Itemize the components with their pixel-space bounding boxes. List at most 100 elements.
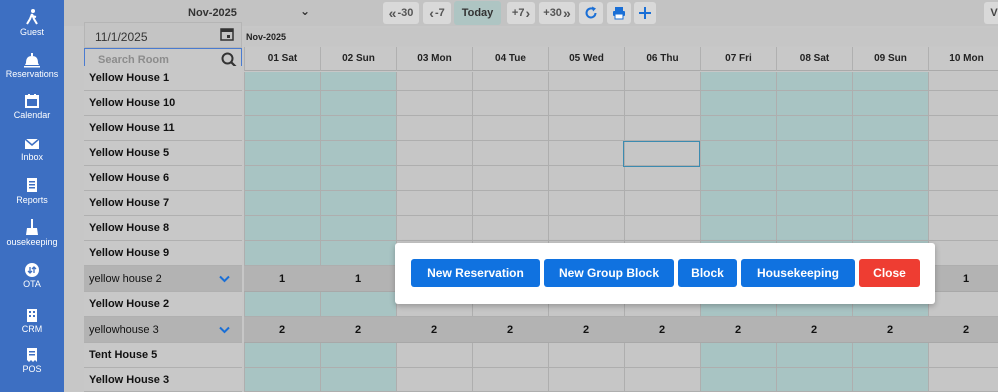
day-header: 03 Mon — [396, 47, 472, 71]
chevron-down-icon[interactable] — [219, 325, 230, 337]
nav-item-inbox[interactable]: Inbox — [0, 131, 64, 173]
calendar-icon[interactable] — [220, 27, 234, 41]
document-icon — [27, 178, 37, 192]
sync-icon — [25, 263, 39, 277]
row-divider — [244, 140, 998, 141]
today-button[interactable]: Today — [454, 1, 501, 25]
nav-item-housekeeping[interactable]: ousekeeping — [0, 214, 64, 256]
day-column[interactable] — [852, 72, 928, 392]
selected-cell[interactable] — [623, 141, 700, 167]
room-name: Tent House 5 — [89, 349, 158, 361]
nav-item-guest[interactable]: Guest — [0, 4, 64, 46]
envelope-icon — [24, 138, 40, 149]
room-name: Yellow House 6 — [89, 172, 170, 184]
day-column[interactable] — [928, 72, 998, 392]
nav-item-calendar[interactable]: Calendar — [0, 89, 64, 131]
room-row[interactable]: Yellow House 7 — [84, 191, 242, 216]
day-column[interactable] — [320, 72, 396, 392]
view-button[interactable]: V — [984, 2, 998, 24]
day-column[interactable] — [776, 72, 852, 392]
row-divider — [244, 115, 998, 116]
availability-count: 2 — [582, 324, 590, 336]
nav-item-ota[interactable]: OTA — [0, 258, 64, 300]
chevron-down-icon[interactable] — [219, 274, 230, 286]
nav-label: POS — [22, 364, 42, 374]
day-column[interactable] — [472, 72, 548, 392]
bell-icon — [24, 53, 40, 68]
refresh-button[interactable] — [579, 2, 603, 24]
nav-label: Reports — [16, 195, 48, 205]
new-group-block-button[interactable]: New Group Block — [544, 259, 674, 287]
day-column[interactable] — [624, 72, 700, 392]
room-group-row[interactable]: yellow house 2 — [84, 266, 242, 292]
room-row[interactable]: Yellow House 5 — [84, 141, 242, 166]
room-row[interactable]: Tent House 5 — [84, 343, 242, 368]
availability-count: 2 — [810, 324, 818, 336]
broom-icon — [26, 219, 38, 235]
day-header: 10 Mon — [928, 47, 998, 71]
housekeeping-button[interactable]: Housekeeping — [741, 259, 855, 287]
nav-label: ousekeeping — [6, 237, 58, 247]
day-column[interactable] — [548, 72, 624, 392]
room-row[interactable]: Yellow House 10 — [84, 91, 242, 116]
availability-count: 1 — [278, 273, 286, 285]
double-chevron-left-icon: « — [388, 5, 397, 21]
day-header: 05 Wed — [548, 47, 624, 71]
add-button[interactable] — [634, 2, 656, 24]
room-row[interactable]: Yellow House 11 — [84, 116, 242, 141]
chevron-down-icon: ⌄ — [299, 4, 310, 18]
room-row[interactable]: Yellow House 1 — [84, 66, 242, 91]
room-name: Yellow House 5 — [89, 147, 170, 159]
person-walking-icon — [26, 9, 38, 25]
action-dialog: New Reservation New Group Block Block Ho… — [395, 243, 935, 304]
nav-item-reports[interactable]: Reports — [0, 172, 64, 214]
day-header: 09 Sun — [852, 47, 928, 71]
room-row[interactable]: Yellow House 2 — [84, 292, 242, 317]
building-icon — [27, 309, 37, 322]
room-name: Yellow House 11 — [89, 122, 175, 134]
chevron-right-icon: › — [525, 5, 531, 21]
day-header: 06 Thu — [624, 47, 700, 71]
day-header: 01 Sat — [244, 47, 320, 71]
availability-count: 1 — [962, 273, 970, 285]
day-column[interactable] — [244, 72, 320, 392]
forward-7-button[interactable]: +7 › — [507, 2, 535, 24]
room-row[interactable]: Yellow House 9 — [84, 241, 242, 266]
nav-item-reservations[interactable]: Reservations — [0, 48, 64, 90]
room-row[interactable]: Yellow House 8 — [84, 216, 242, 241]
availability-count: 2 — [354, 324, 362, 336]
room-name: yellow house 2 — [89, 272, 162, 285]
block-button[interactable]: Block — [678, 259, 737, 287]
chevron-left-icon: ‹ — [429, 5, 434, 21]
double-chevron-right-icon: » — [562, 5, 571, 21]
day-header: 08 Sat — [776, 47, 852, 71]
nav-item-crm[interactable]: CRM — [0, 303, 64, 345]
nav-item-pos[interactable]: POS — [0, 343, 64, 385]
nav-label: OTA — [23, 279, 41, 289]
refresh-icon — [585, 6, 597, 19]
availability-count: 1 — [354, 273, 362, 285]
room-name: Yellow House 7 — [89, 197, 170, 209]
row-divider — [244, 215, 998, 216]
row-divider — [244, 240, 998, 241]
day-header: 04 Tue — [472, 47, 548, 71]
forward-7-label: +7 — [511, 7, 525, 19]
room-name: yellowhouse 3 — [89, 323, 159, 336]
new-reservation-button[interactable]: New Reservation — [411, 259, 540, 287]
grid-month-label: Nov-2025 — [244, 28, 998, 46]
availability-count: 2 — [506, 324, 514, 336]
back-7-button[interactable]: ‹ -7 — [423, 2, 451, 24]
day-column[interactable] — [396, 72, 472, 392]
close-button[interactable]: Close — [859, 259, 920, 287]
room-row[interactable]: Yellow House 6 — [84, 166, 242, 191]
room-row[interactable]: Yellow House 3 — [84, 368, 242, 392]
day-column[interactable] — [700, 72, 776, 392]
back-30-button[interactable]: «-30 — [383, 2, 419, 24]
room-group-row[interactable]: yellowhouse 3 — [84, 317, 242, 343]
print-button[interactable] — [607, 2, 631, 24]
month-select[interactable]: Nov-2025 ⌄ — [178, 2, 314, 24]
forward-30-button[interactable]: +30» — [539, 2, 575, 24]
room-name: Yellow House 3 — [89, 373, 170, 386]
nav-label: Reservations — [5, 69, 59, 79]
date-field[interactable]: 11/1/2025 — [84, 22, 242, 48]
